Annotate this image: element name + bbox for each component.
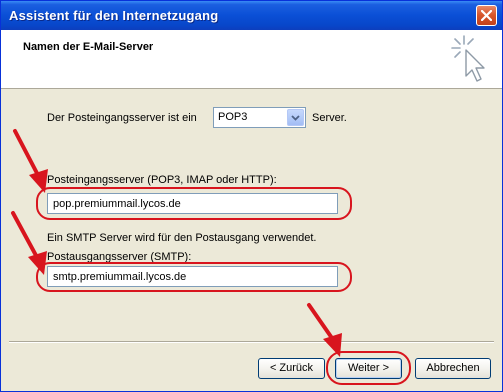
- red-arrow-icon: [307, 303, 342, 357]
- server-suffix-label: Server.: [312, 112, 347, 124]
- server-type-select[interactable]: POP3: [213, 107, 306, 128]
- wizard-header: Namen der E-Mail-Server: [1, 30, 502, 89]
- page-heading: Namen der E-Mail-Server: [23, 41, 154, 53]
- close-button[interactable]: [476, 5, 497, 26]
- red-arrow-icon: [13, 129, 48, 193]
- chevron-down-icon: [291, 115, 300, 121]
- highlight-ellipse-incoming: [36, 187, 352, 220]
- title-bar[interactable]: Assistent für den Internetzugang: [1, 1, 502, 30]
- close-icon: [481, 10, 492, 21]
- cancel-button[interactable]: Abbrechen: [415, 358, 491, 379]
- wizard-sparkle-cursor-icon: [451, 35, 485, 82]
- highlight-ellipse-outgoing: [36, 262, 352, 292]
- dropdown-button[interactable]: [287, 109, 304, 126]
- window-title: Assistent für den Internetzugang: [9, 8, 219, 23]
- server-type-value: POP3: [218, 111, 248, 123]
- wizard-window: Assistent für den Internetzugang Namen d…: [0, 0, 503, 392]
- footer-separator: [9, 341, 494, 343]
- incoming-type-label: Der Posteingangsserver ist ein: [47, 112, 197, 124]
- back-button[interactable]: < Zurück: [258, 358, 325, 379]
- red-arrow-icon: [11, 211, 47, 275]
- smtp-info-text: Ein SMTP Server wird für den Postausgang…: [47, 232, 317, 244]
- incoming-server-label: Posteingangsserver (POP3, IMAP oder HTTP…: [47, 174, 277, 186]
